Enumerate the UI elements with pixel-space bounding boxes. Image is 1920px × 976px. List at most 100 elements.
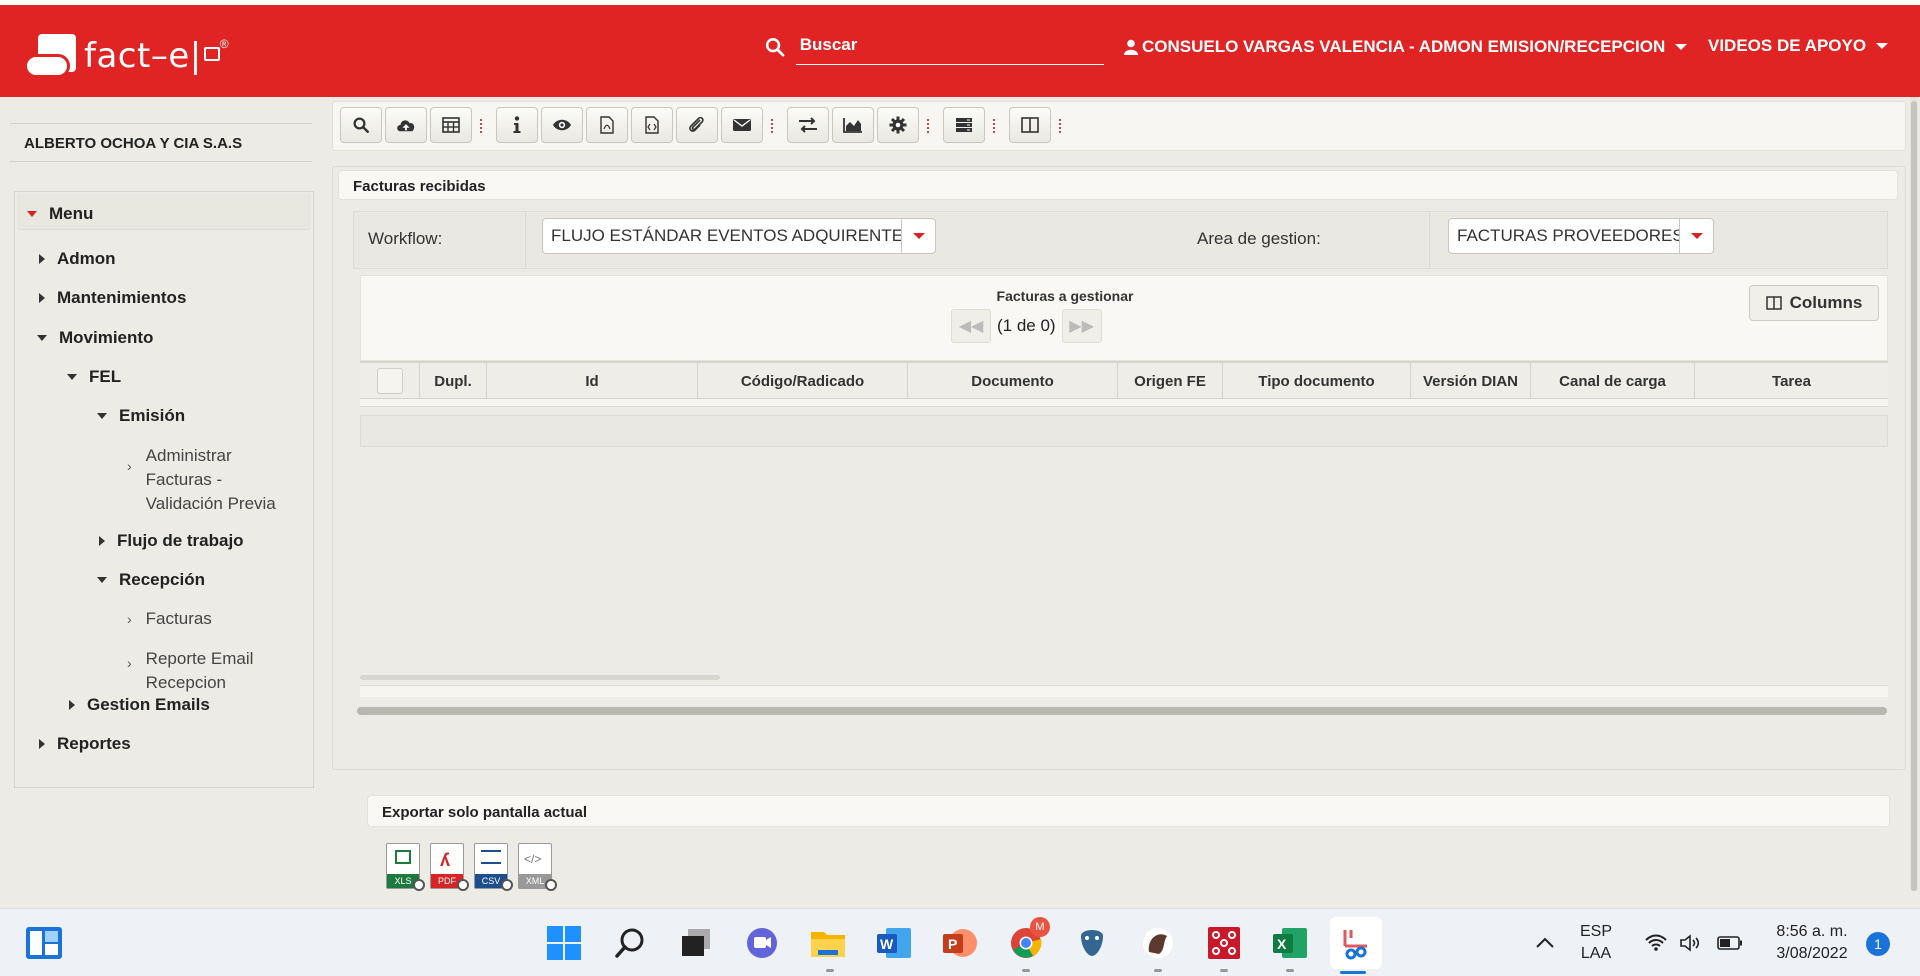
notification-count-badge[interactable]: 1 bbox=[1866, 932, 1890, 956]
excel-icon[interactable]: X bbox=[1270, 923, 1310, 963]
area-select[interactable]: FACTURAS PROVEEDORES bbox=[1448, 218, 1714, 254]
videos-label: VIDEOS DE APOYO bbox=[1708, 36, 1867, 55]
table-button[interactable] bbox=[430, 107, 472, 143]
pdf-button[interactable] bbox=[586, 107, 628, 143]
sidebar-item-emision[interactable]: Emisión bbox=[97, 406, 185, 426]
info-icon bbox=[513, 116, 521, 133]
fact-e-logo[interactable]: fact–e| ® bbox=[22, 29, 229, 83]
dropdown-button[interactable] bbox=[1679, 219, 1713, 253]
menu-toggle[interactable]: Menu bbox=[27, 204, 93, 224]
sidebar-item-fel[interactable]: FEL bbox=[67, 367, 121, 387]
pgadmin-icon[interactable] bbox=[1072, 923, 1112, 963]
grid-caption: Facturas a gestionar bbox=[996, 288, 1134, 304]
search-icon[interactable] bbox=[610, 923, 650, 963]
email-button[interactable] bbox=[721, 107, 763, 143]
powerpoint-icon[interactable]: P bbox=[940, 923, 980, 963]
sidebar-item-recepcion[interactable]: Recepción bbox=[97, 570, 205, 590]
file-explorer-icon[interactable] bbox=[808, 923, 848, 963]
sidebar-item-label: Facturas - bbox=[145, 470, 223, 489]
view-button[interactable] bbox=[541, 107, 583, 143]
volume-icon[interactable] bbox=[1674, 923, 1706, 963]
column-header[interactable]: Versión DIAN bbox=[1411, 363, 1531, 399]
export-xml-icon[interactable]: </> XML bbox=[518, 843, 557, 891]
taskbar: W P M X ESP LAA 8:56 a. m. 3/08/2022 1 bbox=[0, 908, 1920, 976]
exchange-button[interactable] bbox=[787, 107, 829, 143]
sidebar-item-movimiento[interactable]: Movimiento bbox=[37, 328, 153, 348]
horizontal-scrollbar[interactable] bbox=[357, 707, 1887, 715]
battery-icon[interactable] bbox=[1714, 923, 1746, 963]
toolbar-separator bbox=[927, 119, 931, 133]
next-page-button[interactable]: ▶▶ bbox=[1061, 309, 1102, 343]
workflow-select[interactable]: FLUJO ESTÁNDAR EVENTOS ADQUIRENTE bbox=[542, 218, 936, 254]
export-csv-icon[interactable]: CSV bbox=[474, 843, 513, 891]
attach-button[interactable] bbox=[676, 107, 718, 143]
search-icon[interactable] bbox=[764, 36, 786, 58]
search-button[interactable] bbox=[340, 107, 382, 143]
column-header[interactable]: Tarea bbox=[1695, 363, 1888, 399]
sidebar-item-gestion-emails[interactable]: Gestion Emails bbox=[69, 695, 210, 715]
area-chart-icon bbox=[843, 118, 862, 133]
caret-down-icon bbox=[37, 335, 47, 341]
xml-button[interactable] bbox=[631, 107, 673, 143]
sidebar-item-reporte-email[interactable]: › Reporte Email Recepcion bbox=[127, 647, 253, 695]
word-icon[interactable]: W bbox=[874, 923, 914, 963]
settings-button[interactable] bbox=[877, 107, 919, 143]
column-header[interactable]: Documento bbox=[908, 363, 1118, 399]
sidebar-item-flujo-trabajo[interactable]: Flujo de trabajo bbox=[99, 531, 244, 551]
dbeaver-icon[interactable] bbox=[1138, 923, 1178, 963]
company-name: ALBERTO OCHOA Y CIA S.A.S bbox=[10, 123, 312, 162]
user-menu[interactable]: CONSUELO VARGAS VALENCIA - ADMON EMISION… bbox=[1124, 37, 1688, 57]
logo-window-icon bbox=[203, 47, 220, 61]
snipping-tool-icon[interactable] bbox=[1330, 917, 1382, 969]
table-header: Dupl. Id Código/Radicado Documento Orige… bbox=[360, 361, 1888, 399]
sidebar-item-reportes[interactable]: Reportes bbox=[39, 734, 131, 754]
double-chevron-right-icon: ▶▶ bbox=[1069, 318, 1094, 335]
grid-footer-row bbox=[360, 415, 1888, 447]
dropdown-button[interactable] bbox=[901, 219, 935, 253]
chevron-right-icon: › bbox=[127, 611, 132, 627]
select-all-checkbox[interactable] bbox=[376, 368, 403, 394]
svg-text:X: X bbox=[1277, 936, 1287, 952]
wifi-icon[interactable] bbox=[1640, 923, 1672, 963]
info-button[interactable] bbox=[496, 107, 538, 143]
upload-button[interactable] bbox=[385, 107, 427, 143]
area-cell: FACTURAS PROVEEDORES bbox=[1429, 212, 1888, 268]
network-app-icon[interactable] bbox=[1204, 923, 1244, 963]
column-header[interactable]: Código/Radicado bbox=[698, 363, 908, 399]
sidebar-item-label: Recepcion bbox=[145, 673, 226, 692]
widgets-icon[interactable] bbox=[24, 923, 64, 963]
previous-page-button[interactable]: ◀◀ bbox=[951, 309, 991, 343]
clock[interactable]: 8:56 a. m. 3/08/2022 bbox=[1764, 921, 1860, 965]
column-header[interactable]: Id bbox=[487, 363, 698, 399]
videos-menu[interactable]: VIDEOS DE APOYO bbox=[1708, 36, 1889, 56]
chevron-up-icon[interactable] bbox=[1530, 923, 1560, 963]
server-button[interactable] bbox=[943, 107, 985, 143]
sidebar-item-mantenimientos[interactable]: Mantenimientos bbox=[39, 288, 186, 308]
sidebar-item-administrar-facturas[interactable]: › Administrar Facturas - Validación Prev… bbox=[127, 444, 276, 516]
search-input[interactable]: Buscar bbox=[795, 29, 1104, 65]
language-indicator[interactable]: ESP LAA bbox=[1580, 921, 1612, 965]
sidebar-item-admon[interactable]: Admon bbox=[39, 249, 116, 269]
chrome-icon[interactable]: M bbox=[1006, 917, 1050, 963]
horizontal-scrollbar[interactable] bbox=[360, 675, 720, 680]
chart-button[interactable] bbox=[832, 107, 874, 143]
menu-title: Menu bbox=[49, 204, 94, 223]
export-xls-icon[interactable]: XLS bbox=[386, 843, 425, 891]
column-header[interactable]: Tipo documento bbox=[1223, 363, 1411, 399]
column-header[interactable]: Origen FE bbox=[1118, 363, 1223, 399]
layout-button[interactable] bbox=[1009, 107, 1051, 143]
teams-chat-icon[interactable] bbox=[742, 923, 782, 963]
pdf-icon bbox=[600, 116, 614, 134]
caret-down-icon bbox=[1690, 233, 1703, 239]
column-header[interactable]: Canal de carga bbox=[1531, 363, 1695, 399]
caret-down-icon bbox=[67, 374, 77, 380]
columns-button[interactable]: Columns bbox=[1749, 285, 1879, 321]
caret-down-icon bbox=[97, 413, 107, 419]
export-icons: XLS ʎ PDF CSV </> XML bbox=[386, 843, 557, 891]
vertical-scrollbar[interactable] bbox=[1910, 97, 1918, 891]
windows-start-icon[interactable] bbox=[544, 923, 584, 963]
task-view-icon[interactable] bbox=[676, 923, 716, 963]
column-header[interactable]: Dupl. bbox=[420, 363, 487, 399]
export-pdf-icon[interactable]: ʎ PDF bbox=[430, 843, 469, 891]
sidebar-item-facturas[interactable]: › Facturas bbox=[127, 607, 212, 631]
